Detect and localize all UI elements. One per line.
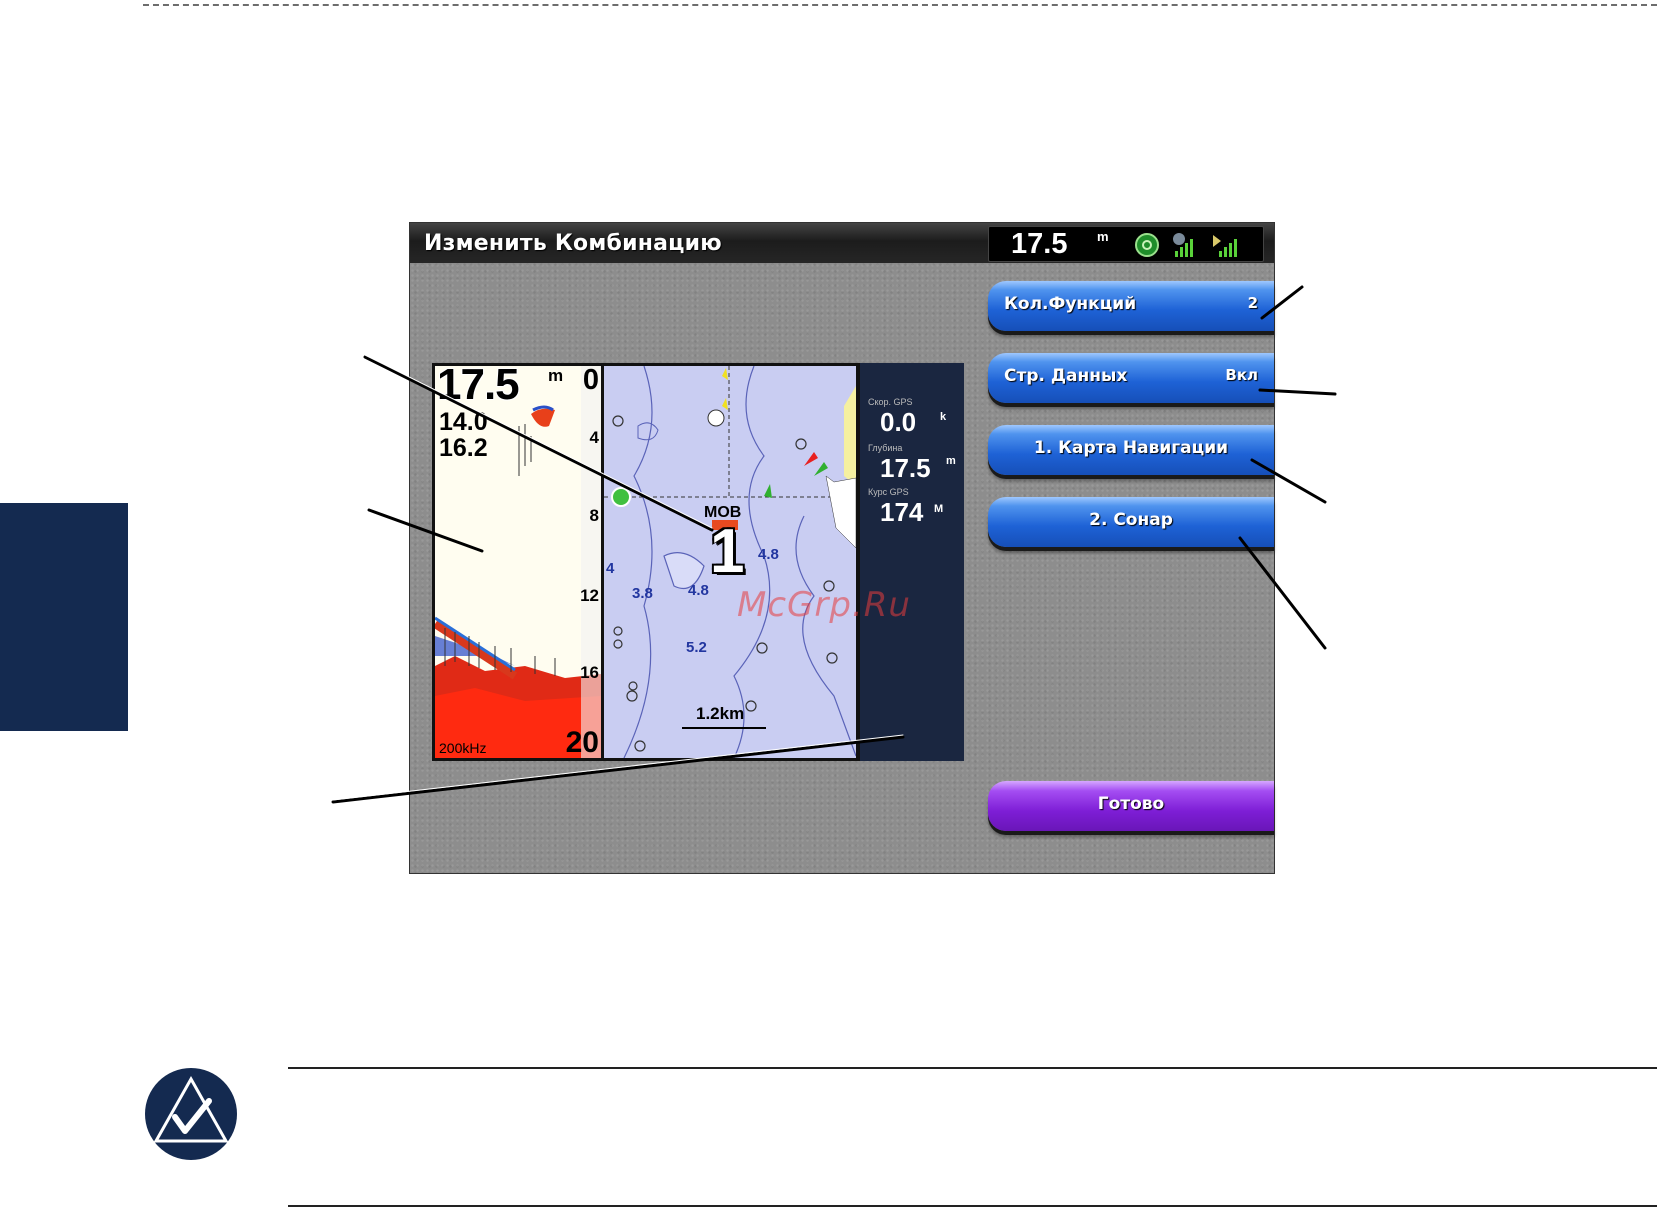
sonar-pane[interactable]: 17.5 m 14.0 16.2 0 4 8 12 16 20 200kHz xyxy=(435,366,601,758)
sonar-scale-12: 12 xyxy=(580,586,599,605)
screen-title: Изменить Комбинацию xyxy=(424,231,722,256)
note-rule-bottom xyxy=(288,1205,1657,1207)
data-value-speed: 0.0 xyxy=(880,407,917,437)
data-page-button[interactable]: Стр. Данных Вкл xyxy=(988,353,1274,403)
data-unit-speed: k xyxy=(940,411,947,423)
data-value-depth: 17.5 xyxy=(880,453,931,483)
nav-chart-pane[interactable]: 4.8 4 3.8 4.8 5.2 MOB 1 1.2km xyxy=(604,366,856,758)
note-rule-top xyxy=(288,1067,1657,1069)
sonar-temp: 14.0 xyxy=(439,408,488,436)
note-check-icon xyxy=(145,1068,237,1160)
sounding-3: 3.8 xyxy=(632,585,653,602)
chart-scale: 1.2km xyxy=(696,704,745,723)
function-2-label: 2. Сонар xyxy=(1089,510,1173,530)
title-bar: Изменить Комбинацию 17.5 m xyxy=(410,223,1274,263)
status-depth-unit: m xyxy=(1097,229,1109,244)
sonar-scale-0: 0 xyxy=(582,366,599,396)
sonar-frequency: 200kHz xyxy=(439,740,487,756)
data-unit-depth: m xyxy=(946,455,956,467)
status-depth: 17.5 xyxy=(1011,228,1068,260)
done-label: Готово xyxy=(1097,794,1165,814)
done-button[interactable]: Готово xyxy=(988,781,1274,831)
section-side-tab xyxy=(0,503,128,731)
selected-pane-number: 1 xyxy=(710,517,745,586)
status-icons xyxy=(1135,233,1237,257)
combination-preview[interactable]: 17.5 m 14.0 16.2 0 4 8 12 16 20 200kHz 4… xyxy=(432,363,964,761)
sounding-2: 4 xyxy=(606,560,615,577)
sonar-scale-20: 20 xyxy=(565,726,599,758)
sounding-5: 5.2 xyxy=(686,639,707,656)
watermark-text: McGrp.Ru xyxy=(737,585,911,625)
function-count-button[interactable]: Кол.Функций 2 xyxy=(988,281,1274,331)
data-label-heading: Курс GPS xyxy=(868,487,909,497)
sounding-1: 4.8 xyxy=(758,546,779,563)
data-page-value: Вкл xyxy=(1225,366,1258,384)
sonar-scale-8: 8 xyxy=(589,506,599,525)
sonar-scale-4: 4 xyxy=(589,428,599,447)
data-unit-heading: M xyxy=(934,503,944,515)
function-count-value: 2 xyxy=(1247,294,1258,312)
function-count-label: Кол.Функций xyxy=(1004,294,1137,314)
function-1-button[interactable]: 1. Карта Навигации xyxy=(988,425,1274,475)
function-2-button[interactable]: 2. Сонар xyxy=(988,497,1274,547)
sonar-speed: 16.2 xyxy=(439,434,488,462)
device-screen: Изменить Комбинацию 17.5 m 17.5 m 14.0 1… xyxy=(409,222,1275,874)
data-page-label: Стр. Данных xyxy=(1004,366,1128,386)
gps-lock-icon xyxy=(1135,233,1159,257)
sonar-depth-unit: m xyxy=(548,366,564,385)
status-box: 17.5 m xyxy=(988,226,1264,262)
data-label-depth: Глубина xyxy=(868,443,903,453)
data-value-heading: 174 xyxy=(880,497,924,527)
sonar-signal-icon xyxy=(1213,235,1237,257)
sonar-depth: 17.5 xyxy=(437,366,520,409)
page-top-rule xyxy=(143,4,1657,6)
signal-bars-icon xyxy=(1173,233,1193,257)
sonar-scale-16: 16 xyxy=(580,663,599,682)
data-label-speed: Скор. GPS xyxy=(868,397,913,407)
data-bar-pane[interactable]: Скор. GPS 0.0 k Глубина 17.5 m Курс GPS … xyxy=(860,363,964,761)
function-1-label: 1. Карта Навигации xyxy=(1033,438,1229,458)
sounding-4: 4.8 xyxy=(688,582,709,599)
